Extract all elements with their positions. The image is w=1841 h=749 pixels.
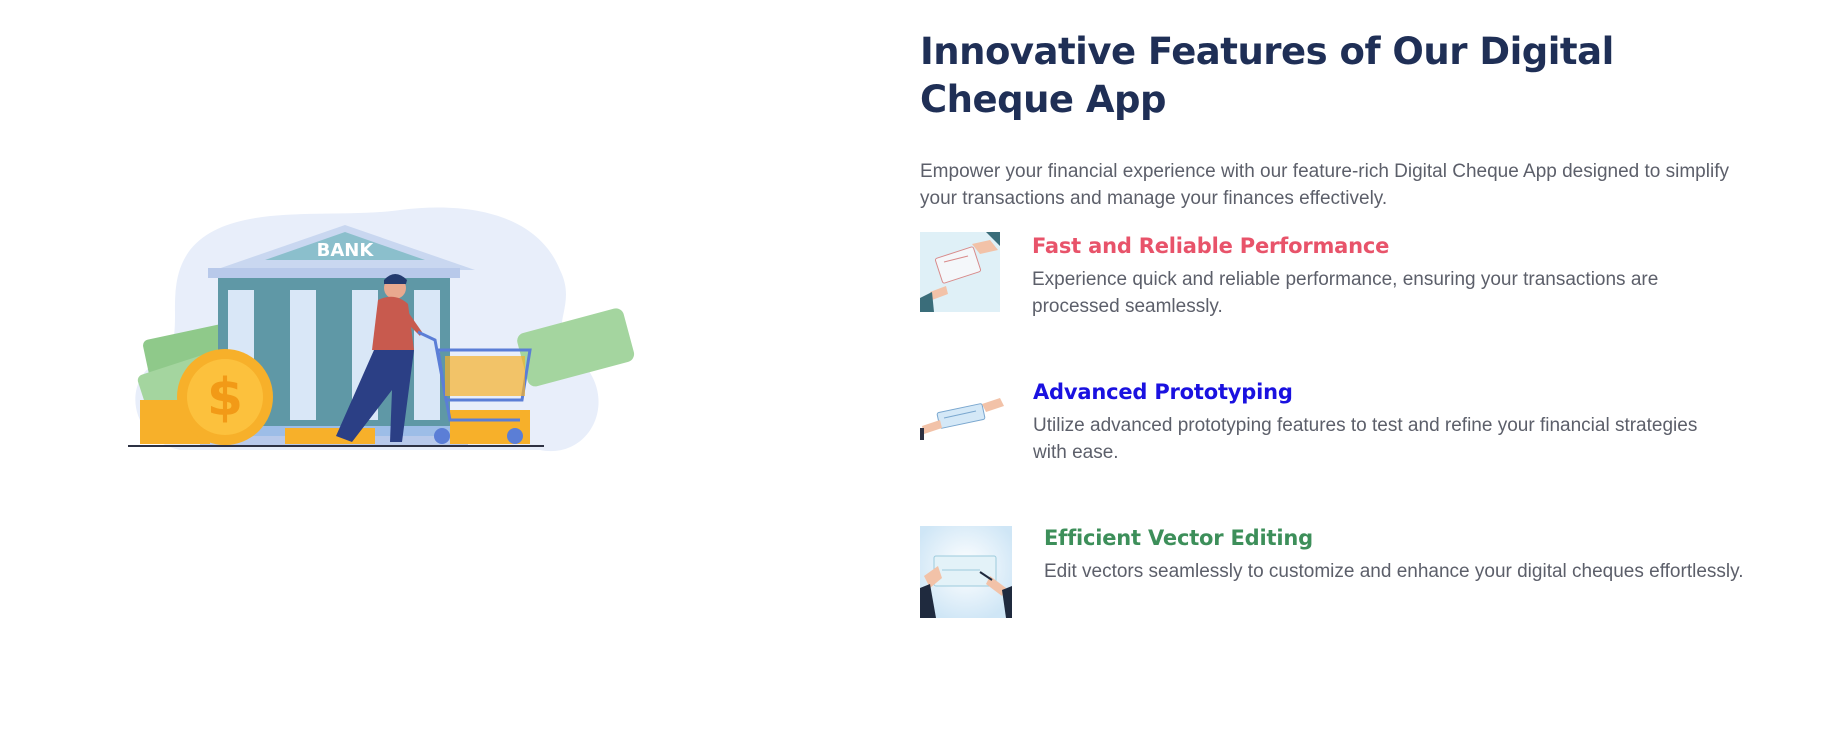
cheque-signing-icon [920, 526, 1012, 618]
feature-item-advanced-prototyping: Advanced Prototyping Utilize advanced pr… [920, 378, 1740, 466]
feature-list: Fast and Reliable Performance Experience… [920, 232, 1743, 618]
section-title: Innovative Features of Our Digital Chequ… [920, 30, 1614, 121]
feature-description: Utilize advanced prototyping features to… [1033, 415, 1698, 463]
cheque-exchange-icon [920, 392, 1006, 452]
feature-title: Efficient Vector Editing [1044, 526, 1313, 550]
feature-description: Edit vectors seamlessly to customize and… [1044, 561, 1744, 582]
feature-title: Fast and Reliable Performance [1032, 234, 1390, 258]
bank-shopping-illustration: BANK $ [128, 207, 635, 452]
section-intro: Empower your financial experience with o… [920, 161, 1729, 209]
feature-item-vector-editing: Efficient Vector Editing Edit vectors se… [920, 524, 1743, 618]
cheque-handover-icon [920, 232, 1000, 312]
bank-illustration: BANK $ [120, 200, 680, 540]
features-section: Innovative Features of Our Digital Chequ… [920, 28, 1743, 618]
feature-item-fast-performance: Fast and Reliable Performance Experience… [920, 232, 1740, 320]
svg-text:$: $ [207, 368, 243, 428]
feature-title: Advanced Prototyping [1033, 380, 1293, 404]
bank-sign-text: BANK [317, 240, 375, 261]
feature-description: Experience quick and reliable performanc… [1032, 269, 1659, 317]
